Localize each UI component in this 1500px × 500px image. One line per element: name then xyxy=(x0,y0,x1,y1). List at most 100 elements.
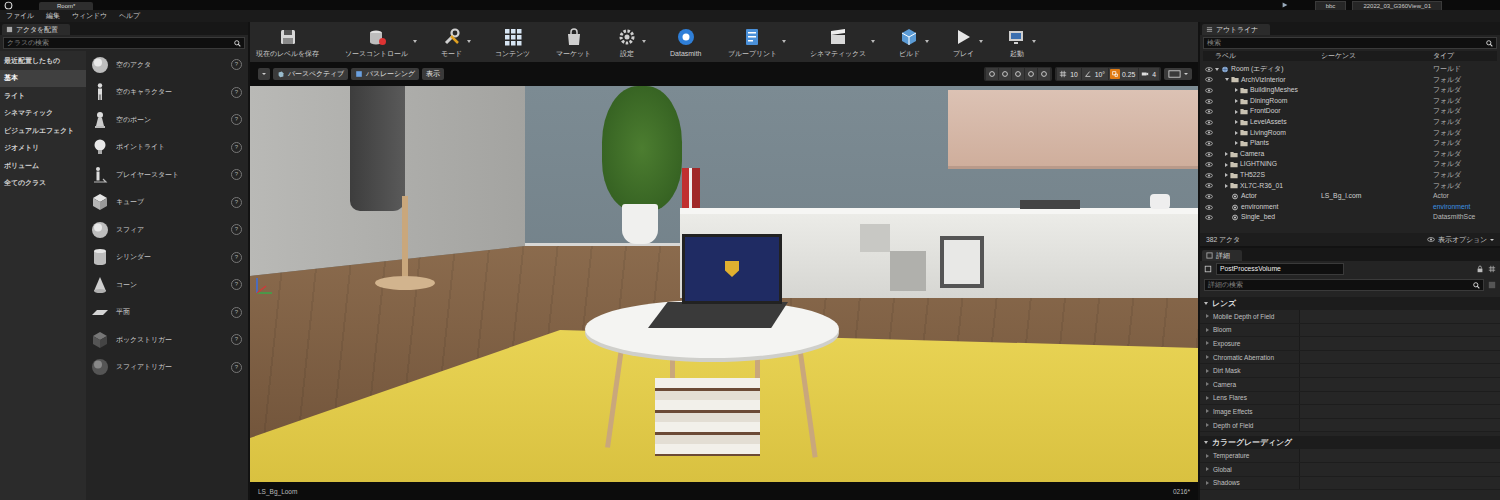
viewport-options-button[interactable] xyxy=(258,68,270,80)
transform-tool-icon[interactable] xyxy=(1025,68,1037,80)
eye-icon[interactable] xyxy=(1205,215,1213,220)
menu-item[interactable]: ウィンドウ xyxy=(72,11,107,21)
help-button[interactable]: ? xyxy=(231,142,242,153)
category-item[interactable]: ジオメトリ xyxy=(0,140,86,158)
help-button[interactable]: ? xyxy=(231,87,242,98)
toolbar-menu-arrow[interactable] xyxy=(871,40,875,43)
expand-arrow[interactable] xyxy=(1215,68,1219,71)
expand-arrow[interactable] xyxy=(1225,184,1228,188)
help-button[interactable]: ? xyxy=(231,224,242,235)
outliner-row[interactable]: environmentenvironment xyxy=(1203,202,1497,213)
snap-setting[interactable]: 0.25 xyxy=(1109,68,1138,80)
category-item[interactable]: ビジュアルエフェクト xyxy=(0,122,86,140)
outliner-row[interactable]: ActorLS_Bg_l.comActor xyxy=(1203,191,1497,202)
toolbar-button[interactable]: プレイ xyxy=(951,27,976,58)
actor-item[interactable]: 空のアクタ? xyxy=(90,51,242,79)
eye-icon[interactable] xyxy=(1205,67,1213,72)
transform-tool-icon[interactable] xyxy=(986,68,998,80)
expand-arrow[interactable] xyxy=(1235,99,1238,103)
property-row[interactable]: Dirt Mask xyxy=(1200,364,1500,378)
outliner-row[interactable]: FrontDoorフォルダ xyxy=(1203,106,1497,117)
layout-button[interactable] xyxy=(1164,68,1192,80)
eye-icon[interactable] xyxy=(1205,109,1213,114)
outliner-row[interactable]: TH522Sフォルダ xyxy=(1203,170,1497,181)
panel-tab[interactable]: アウトライナ xyxy=(1202,24,1270,35)
eye-icon[interactable] xyxy=(1205,130,1213,135)
help-button[interactable]: ? xyxy=(231,59,242,70)
toolbar-button[interactable]: ブループリント xyxy=(726,27,779,58)
eye-icon[interactable] xyxy=(1205,194,1213,199)
toolbar-button[interactable]: ビルド xyxy=(897,27,922,58)
property-row[interactable]: Shadows xyxy=(1200,477,1500,491)
property-row[interactable]: Exposure xyxy=(1200,337,1500,351)
view-options-button[interactable]: 表示オプション xyxy=(1427,235,1494,245)
eye-icon[interactable] xyxy=(1205,173,1213,178)
expand-arrow[interactable] xyxy=(1235,120,1238,124)
outliner-row[interactable]: LivingRoomフォルダ xyxy=(1203,128,1497,139)
category-item[interactable]: 全てのクラス xyxy=(0,175,86,193)
property-row[interactable]: Image Effects xyxy=(1200,405,1500,419)
object-name-field[interactable]: PostProcessVolume xyxy=(1216,263,1344,275)
eye-icon[interactable] xyxy=(1205,152,1213,157)
help-button[interactable]: ? xyxy=(231,114,242,125)
actor-item[interactable]: スフィアトリガー? xyxy=(90,354,242,382)
property-row[interactable]: Bloom xyxy=(1200,324,1500,338)
toolbar-button[interactable]: モード xyxy=(439,27,464,58)
category-item[interactable]: ライト xyxy=(0,87,86,105)
toolbar-menu-arrow[interactable] xyxy=(642,40,646,43)
expand-arrow[interactable] xyxy=(1235,141,1238,145)
toolbar-button[interactable]: ソースコントロール xyxy=(343,27,410,58)
toolbar-button[interactable]: 設定 xyxy=(615,27,639,58)
toolbar-button[interactable]: Datasmith xyxy=(668,27,704,58)
toolbar-button[interactable]: シネマティックス xyxy=(808,27,868,58)
transform-tool-icon[interactable] xyxy=(1012,68,1024,80)
category-item[interactable]: 最近配置したもの xyxy=(0,52,86,70)
expand-arrow[interactable] xyxy=(1225,152,1228,156)
project-tab[interactable]: bbc xyxy=(1315,1,1347,10)
actor-item[interactable]: キューブ? xyxy=(90,189,242,217)
eye-icon[interactable] xyxy=(1205,141,1213,146)
menu-item[interactable]: ファイル xyxy=(6,11,34,21)
snap-setting[interactable]: 4 xyxy=(1139,68,1159,80)
snap-setting[interactable]: 10° xyxy=(1082,68,1108,80)
column-header[interactable]: タイプ xyxy=(1433,52,1497,61)
column-header[interactable]: ラベル xyxy=(1203,52,1321,61)
actor-item[interactable]: 空のポーン? xyxy=(90,106,242,134)
property-row[interactable]: Global xyxy=(1200,463,1500,477)
property-row[interactable]: Lens Flares xyxy=(1200,392,1500,406)
toolbar-button[interactable]: コンテンツ xyxy=(493,27,532,58)
transform-tool-icon[interactable] xyxy=(999,68,1011,80)
help-button[interactable]: ? xyxy=(231,252,242,263)
help-button[interactable]: ? xyxy=(231,334,242,345)
property-row[interactable]: Temperature xyxy=(1200,449,1500,463)
expand-arrow[interactable] xyxy=(1235,131,1238,135)
property-matrix-icon[interactable] xyxy=(1488,281,1496,289)
property-row[interactable]: Chromatic Aberration xyxy=(1200,351,1500,365)
level-tab[interactable]: Room* xyxy=(39,2,93,10)
toolbar-button[interactable]: 現在のレベルを保存 xyxy=(254,27,321,58)
expand-arrow[interactable] xyxy=(1225,173,1228,177)
section-header[interactable]: レンズ xyxy=(1200,297,1500,310)
viewport-view-button[interactable]: パスレーシング xyxy=(351,68,419,80)
eye-icon[interactable] xyxy=(1205,88,1213,93)
source-control-icon[interactable] xyxy=(1281,1,1289,9)
outliner-row[interactable]: DiningRoomフォルダ xyxy=(1203,96,1497,107)
snap-setting[interactable]: 10 xyxy=(1057,68,1081,80)
toolbar-menu-arrow[interactable] xyxy=(1032,40,1036,43)
property-row[interactable]: Depth of Field xyxy=(1200,419,1500,433)
actor-item[interactable]: ポイントライト? xyxy=(90,134,242,162)
details-search-field[interactable]: 詳細の検索 xyxy=(1204,279,1484,291)
toolbar-menu-arrow[interactable] xyxy=(979,40,983,43)
toolbar-menu-arrow[interactable] xyxy=(467,40,471,43)
category-item[interactable]: シネマティック xyxy=(0,105,86,123)
eye-icon[interactable] xyxy=(1205,120,1213,125)
grid-view-icon[interactable] xyxy=(1488,265,1496,273)
menu-item[interactable]: ヘルプ xyxy=(119,11,140,21)
outliner-row[interactable]: BuildingMeshesフォルダ xyxy=(1203,85,1497,96)
actor-item[interactable]: プレイヤースタート? xyxy=(90,161,242,189)
category-item[interactable]: ボリューム xyxy=(0,157,86,175)
help-button[interactable]: ? xyxy=(231,279,242,290)
outliner-search-field[interactable]: 検索 xyxy=(1203,37,1497,49)
eye-icon[interactable] xyxy=(1205,77,1213,82)
toolbar-menu-arrow[interactable] xyxy=(925,40,929,43)
